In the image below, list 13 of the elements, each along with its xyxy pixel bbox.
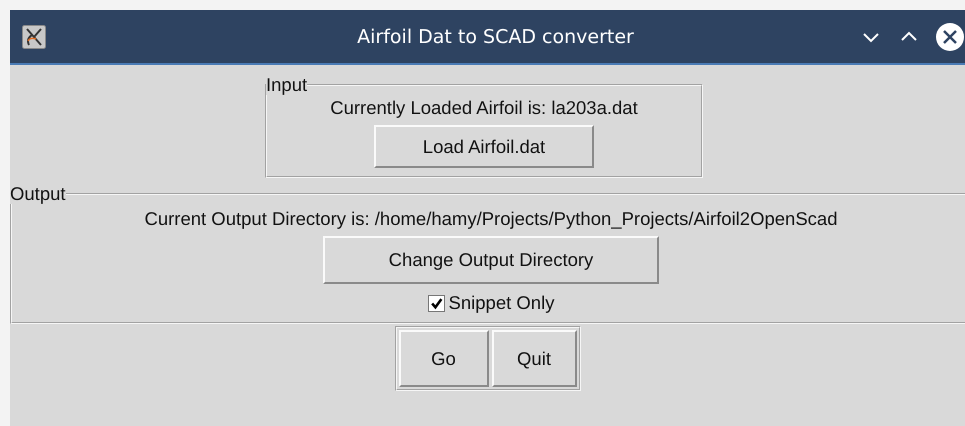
frame-legend: Output bbox=[10, 184, 66, 204]
change-output-directory-button[interactable]: Change Output Directory bbox=[323, 236, 659, 284]
output-directory-label: Current Output Directory is: /home/hamy/Projects/Python_Projects/Airfoil2OpenScad bbox=[144, 208, 838, 230]
checkbox-label: Snippet Only bbox=[448, 292, 554, 314]
load-airfoil-button[interactable]: Load Airfoil.dat bbox=[374, 125, 594, 168]
app-icon bbox=[22, 24, 46, 48]
go-button[interactable]: Go bbox=[398, 330, 488, 387]
loaded-airfoil-label: Currently Loaded Airfoil is: la203a.dat bbox=[330, 97, 638, 119]
snippet-checkbox[interactable] bbox=[428, 294, 445, 312]
window-title: Airfoil Dat to SCAD converter bbox=[356, 26, 635, 48]
frame-legend: Input bbox=[266, 75, 308, 95]
quit-button[interactable]: Quit bbox=[492, 330, 576, 387]
close-icon[interactable] bbox=[935, 22, 965, 52]
